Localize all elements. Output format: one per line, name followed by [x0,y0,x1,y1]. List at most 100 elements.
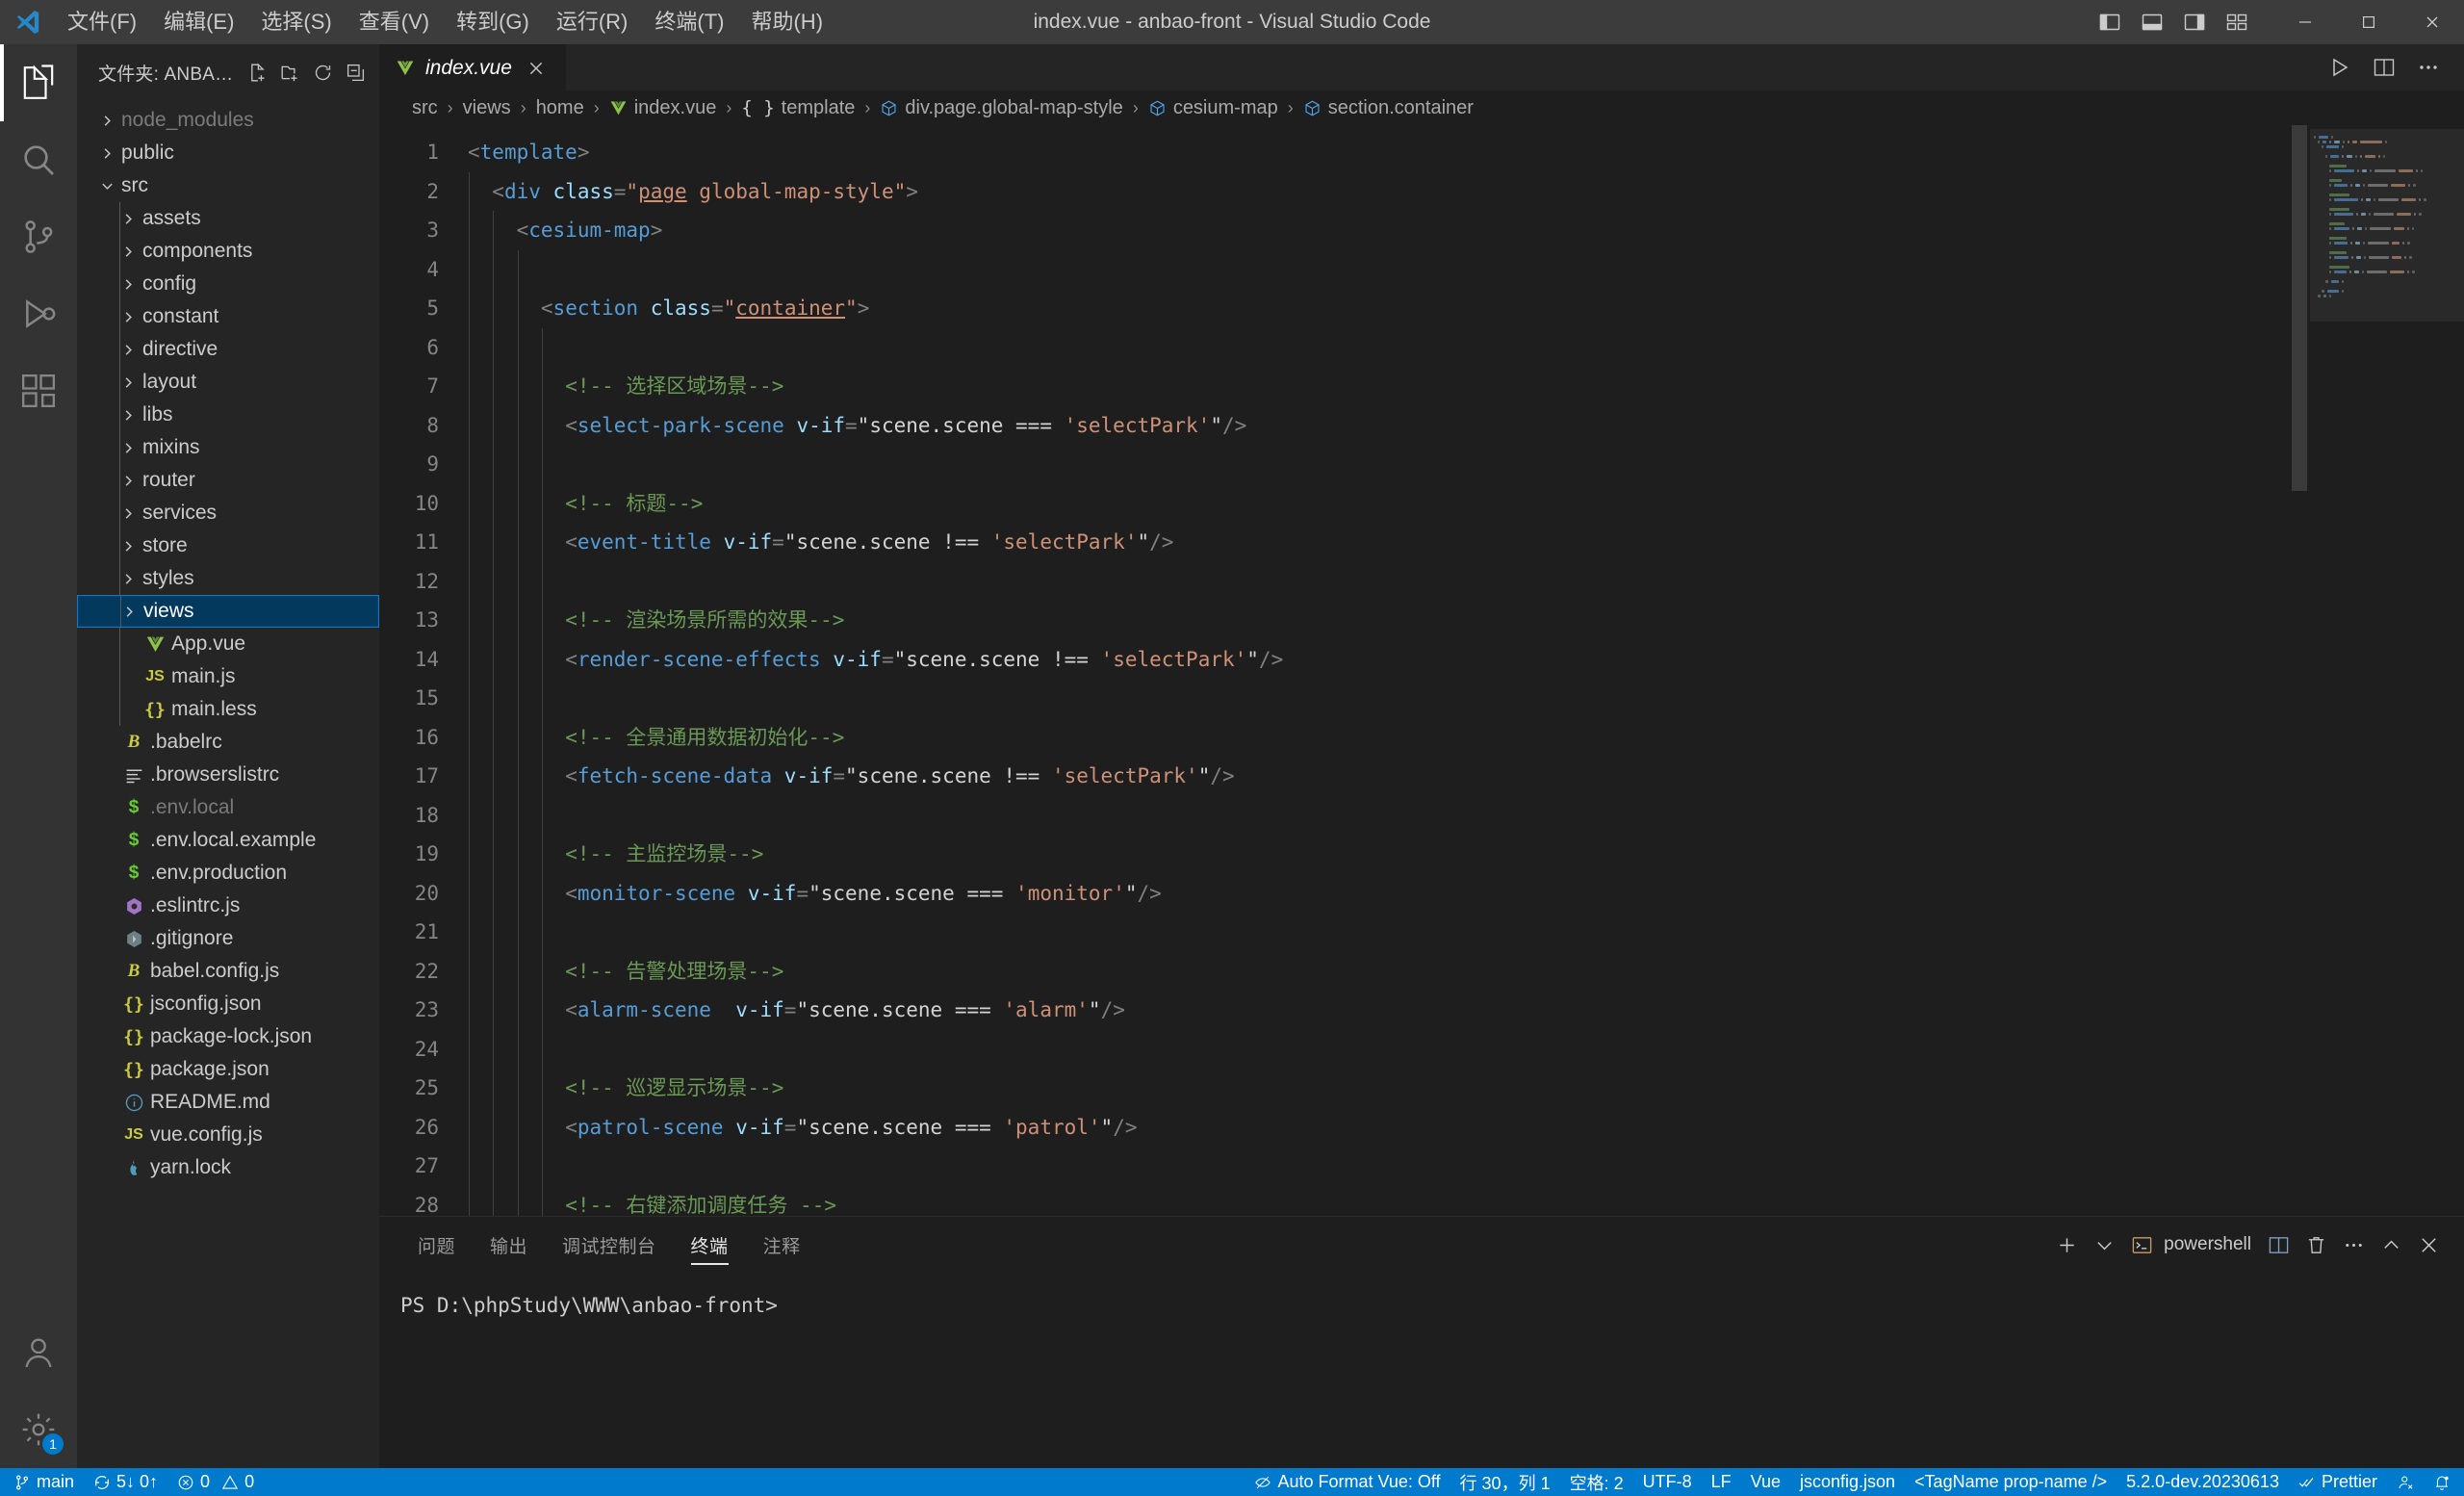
breadcrumb-item-template[interactable]: { } template [737,97,859,119]
new-file-icon[interactable] [243,58,271,87]
activity-extensions[interactable] [0,352,77,429]
tree-folder-views[interactable]: views [77,595,379,628]
breadcrumb-item-section-container[interactable]: section.container [1299,97,1477,119]
status-feedback-icon[interactable] [2387,1468,2424,1496]
menu-terminal[interactable]: 终端(T) [641,6,737,39]
tree-file-readme.md[interactable]: README.md [77,1086,379,1119]
status-language-mode[interactable]: Vue [1741,1468,1790,1496]
code-line[interactable]: <!-- 巡逻显示场景--> [454,1069,2289,1108]
panel-tabs[interactable]: 问题 输出 调试控制台 终端 注释 [400,1217,818,1273]
code-line[interactable]: <render-scene-effects v-if="scene.scene … [454,639,2289,679]
code-line[interactable]: <!-- 全景通用数据初始化--> [454,717,2289,757]
breadcrumb[interactable]: src › views › home › index.vue › { } template › div… [379,90,2464,125]
more-actions-icon[interactable] [2408,47,2449,88]
code-line[interactable] [454,1029,2289,1069]
panel-tab-1[interactable]: 输出 [473,1217,545,1273]
chevron-right-icon[interactable] [94,114,119,128]
breadcrumb-item-index-vue[interactable]: index.vue [605,97,721,119]
activity-manage-gear[interactable]: 1 [0,1391,77,1468]
new-folder-icon[interactable] [275,58,304,87]
activity-search[interactable] [0,121,77,198]
customize-layout-icon[interactable] [2216,0,2258,44]
code-line[interactable] [454,561,2289,601]
editor-tab-index-vue[interactable]: index.vue [379,44,567,90]
code-editor[interactable]: 1 2 3 4 5 6 7 8 9 10 11 12 13 14 15 16 17 18 19 20 21 22 23 24 2… [379,125,2464,1216]
code-line[interactable]: <!-- 标题--> [454,483,2289,523]
tree-file-.env.local.example[interactable]: $ .env.local.example [77,824,379,857]
code-line[interactable] [454,679,2289,718]
code-line[interactable] [454,327,2289,367]
code-line[interactable]: <monitor-scene v-if="scene.scene === 'mo… [454,873,2289,913]
code-line[interactable]: <!-- 渲染场景所需的效果--> [454,601,2289,640]
activity-source-control[interactable] [0,198,77,275]
minimap[interactable] [2310,125,2464,1216]
minimap-slider[interactable] [2310,129,2464,322]
menu-bar[interactable]: 文件(F) 编辑(E) 选择(S) 查看(V) 转到(G) 运行(R) 终端(T… [54,6,836,39]
terminal-output[interactable]: PS D:\phpStudy\WWW\anbao-front> [379,1273,2464,1468]
code-content[interactable]: 1 2 3 4 5 6 7 8 9 10 11 12 13 14 15 16 17 18 19 20 21 22 23 24 2… [379,125,2289,1216]
status-auto-format-vue[interactable]: Auto Format Vue: Off [1245,1468,1450,1496]
menu-selection[interactable]: 选择(S) [247,6,345,39]
run-icon[interactable] [2320,47,2360,88]
tree-file-.gitignore[interactable]: .gitignore [77,922,379,955]
panel-tab-4[interactable]: 注释 [746,1217,818,1273]
breadcrumb-item-views[interactable]: views [459,97,515,119]
close-icon[interactable] [522,54,551,83]
menu-file[interactable]: 文件(F) [54,6,150,39]
menu-edit[interactable]: 编辑(E) [150,6,247,39]
kill-terminal-icon[interactable] [2298,1225,2334,1264]
code-line[interactable] [454,913,2289,952]
status-indentation[interactable]: 空格: 2 [1560,1468,1633,1496]
new-terminal-icon[interactable] [2049,1225,2085,1264]
tree-folder-mixins[interactable]: mixins [77,431,379,464]
maximize-panel-icon[interactable] [2374,1225,2409,1264]
code-line[interactable]: <cesium-map> [454,211,2289,250]
terminal-profile-icon[interactable] [2124,1225,2160,1264]
tree-file-package.json[interactable]: {} package.json [77,1053,379,1086]
toggle-secondary-sidebar-icon[interactable] [2173,0,2216,44]
tree-file-package-lock.json[interactable]: {} package-lock.json [77,1020,379,1053]
tree-file-main.js[interactable]: JS main.js [77,660,379,693]
status-jsconfig[interactable]: jsconfig.json [1790,1468,1905,1496]
code-line[interactable]: <select-park-scene v-if="scene.scene ===… [454,405,2289,445]
code-line[interactable] [454,795,2289,835]
panel-tab-0[interactable]: 问题 [400,1217,473,1273]
minimize-button[interactable] [2273,0,2337,44]
panel-tab-3[interactable]: 终端 [674,1217,746,1273]
status-cursor-position[interactable]: 行 30，列 1 [1450,1468,1560,1496]
tree-file-.babelrc[interactable]: B .babelrc [77,726,379,759]
tree-file-.env.production[interactable]: $ .env.production [77,857,379,890]
toggle-panel-icon[interactable] [2131,0,2173,44]
menu-run[interactable]: 运行(R) [543,6,642,39]
tree-file-app.vue[interactable]: App.vue [77,628,379,660]
more-actions-icon[interactable] [2336,1225,2372,1264]
activity-accounts[interactable] [0,1314,77,1391]
maximize-button[interactable] [2337,0,2400,44]
close-panel-icon[interactable] [2411,1225,2447,1264]
tree-folder-store[interactable]: store [77,529,379,562]
tree-file-vue.config.js[interactable]: JS vue.config.js [77,1119,379,1151]
tree-folder-router[interactable]: router [77,464,379,497]
code-line[interactable]: <alarm-scene v-if="scene.scene === 'alar… [454,991,2289,1030]
status-sync[interactable]: 5↓ 0↑ [84,1468,167,1496]
tree-folder-components[interactable]: components [77,235,379,268]
tree-folder-constant[interactable]: constant [77,300,379,333]
tree-file-jsconfig.json[interactable]: {} jsconfig.json [77,988,379,1020]
code-line[interactable]: <!-- 右键添加调度任务 --> [454,1185,2289,1216]
code-line[interactable] [454,445,2289,484]
split-editor-icon[interactable] [2364,47,2404,88]
refresh-icon[interactable] [308,58,337,87]
tree-folder-config[interactable]: config [77,268,379,300]
collapse-all-icon[interactable] [341,58,370,87]
status-problems[interactable]: 0 0 [167,1468,264,1496]
tree-folder-public[interactable]: public [77,137,379,169]
code-line[interactable]: <!-- 选择区域场景--> [454,367,2289,406]
tree-folder-node-modules[interactable]: node_modules [77,104,379,137]
tree-folder-layout[interactable]: layout [77,366,379,399]
code-line[interactable]: <event-title v-if="scene.scene !== 'sele… [454,523,2289,562]
terminal-shell-name[interactable]: powershell [2162,1234,2259,1255]
tree-folder-src[interactable]: src [77,169,379,202]
status-version[interactable]: 5.2.0-dev.20230613 [2117,1468,2289,1496]
status-branch[interactable]: main [4,1468,84,1496]
breadcrumb-item-div-page-global-map-style[interactable]: div.page.global-map-style [876,97,1126,119]
